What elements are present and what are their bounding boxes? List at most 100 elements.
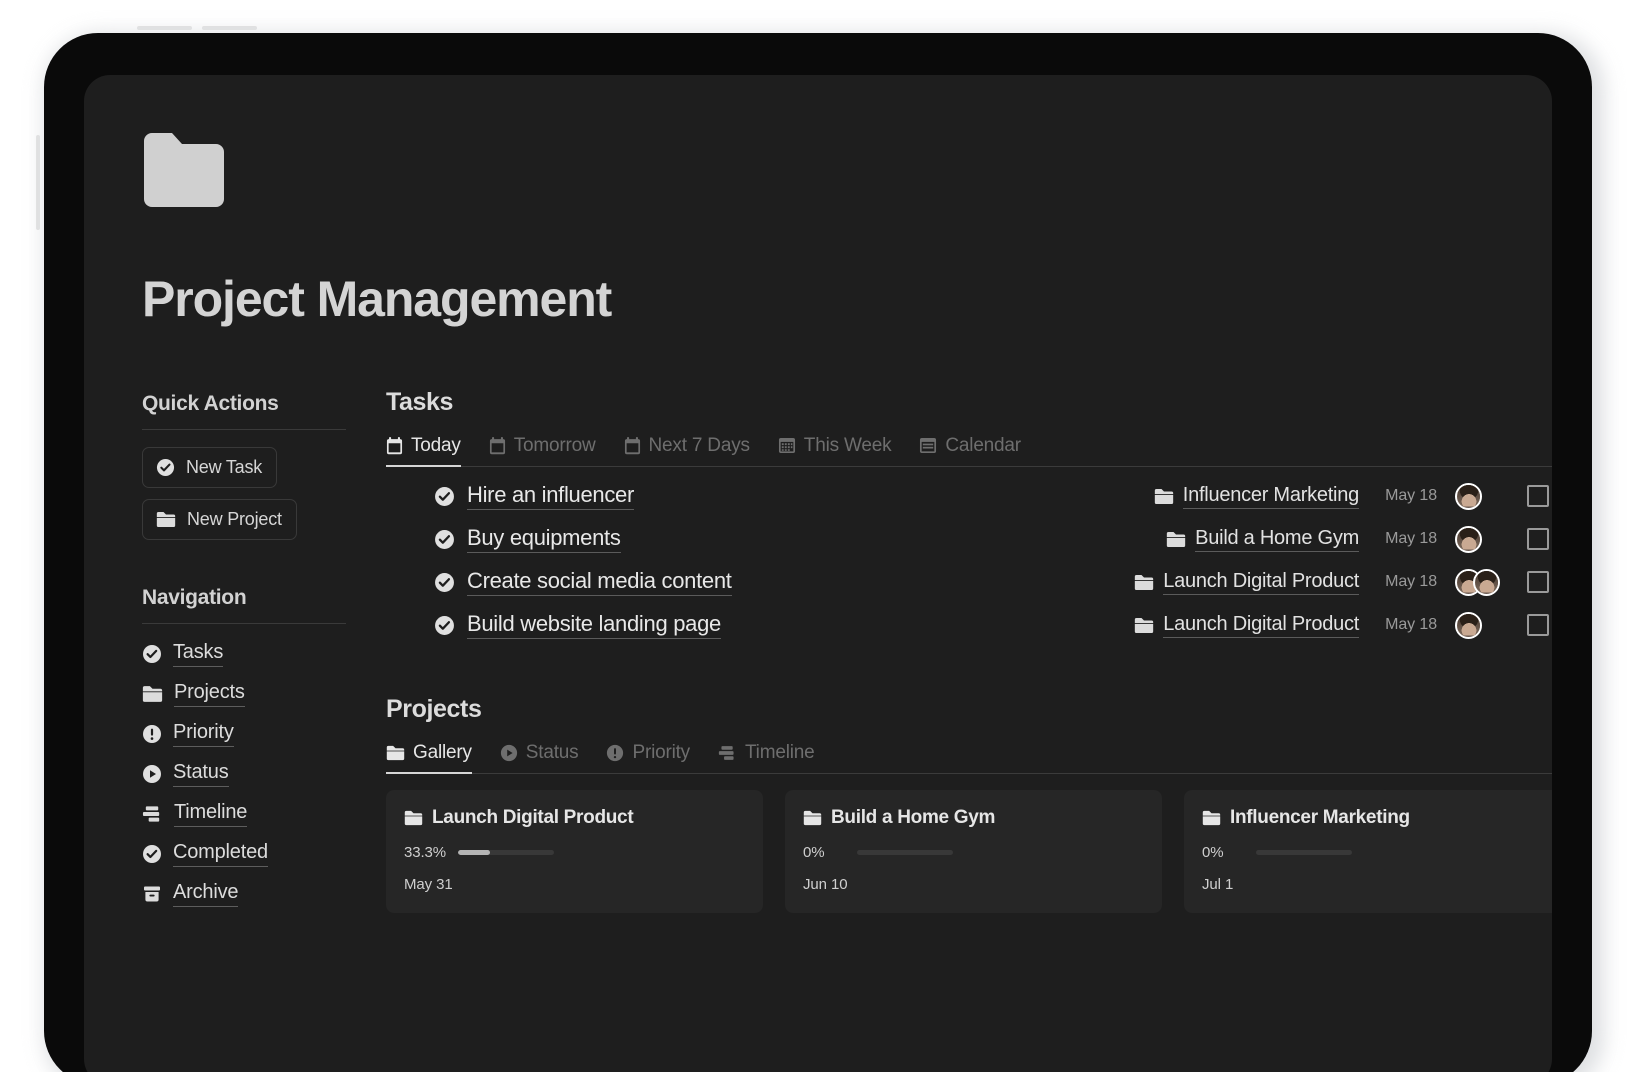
tab-label: Tomorrow [514,435,596,457]
project-card-date: Jun 10 [803,876,1144,893]
device-screen: Project Management Quick Actions New Ta [84,75,1552,1072]
new-project-button[interactable]: New Project [142,499,297,540]
check-circle-icon[interactable] [434,572,455,593]
play-circle-icon [142,764,162,784]
project-card-title: Launch Digital Product [432,807,633,829]
tab-this-week[interactable]: This Week [778,435,892,467]
tab-priority[interactable]: Priority [606,742,690,774]
folder-icon [1134,617,1154,634]
task-project-label: Launch Digital Product [1163,570,1359,595]
sidebar-item-label: Projects [174,681,245,707]
project-progress-percent: 33.3% [404,844,448,861]
folder-icon [404,810,423,826]
avatar-group[interactable] [1455,569,1509,596]
avatar [1455,526,1482,553]
project-card-title: Influencer Marketing [1230,807,1410,829]
sidebar-item-projects[interactable]: Projects [142,681,245,707]
folder-icon [142,685,163,703]
exclamation-circle-icon [606,744,624,762]
sidebar-item-label: Status [173,761,229,787]
sidebar-item-timeline[interactable]: Timeline [142,801,247,827]
check-circle-icon [142,844,162,864]
avatar-group[interactable] [1455,483,1509,510]
projects-section: Projects Gallery [386,695,1552,913]
sidebar-item-status[interactable]: Status [142,761,229,787]
tab-calendar[interactable]: Calendar [919,435,1021,467]
tab-today[interactable]: Today [386,435,461,467]
table-row[interactable]: Hire an influencer Influencer Marketing [386,475,1552,518]
project-card[interactable]: Launch Digital Product 33.3% May 31 [386,790,763,913]
project-progress-percent: 0% [1202,844,1246,861]
sidebar-item-label: Tasks [173,641,223,667]
device-volume-button-up [137,26,192,30]
project-progress-bar [1256,850,1352,855]
tab-next-7-days[interactable]: Next 7 Days [624,435,750,467]
task-checkbox[interactable] [1527,614,1549,636]
task-project[interactable]: Launch Digital Product [1134,613,1359,638]
quick-actions-heading: Quick Actions [142,392,386,429]
divider [142,429,346,430]
task-date: May 18 [1377,573,1437,591]
device-volume-button-down [202,26,257,30]
folder-icon [142,131,1552,209]
tab-label: Calendar [945,435,1021,457]
tab-tomorrow[interactable]: Tomorrow [489,435,596,467]
gantt-icon [142,804,163,824]
calendar-icon [624,437,641,455]
tasks-section: Tasks Today [386,388,1552,647]
sidebar-item-archive[interactable]: Archive [142,881,238,907]
avatar-group[interactable] [1455,612,1509,639]
sidebar-item-label: Priority [173,721,234,747]
navigation-block: Navigation Tasks [142,586,386,907]
avatar [1455,483,1482,510]
calendar-grid-icon [778,437,796,454]
folder-icon [803,810,822,826]
tab-gallery[interactable]: Gallery [386,742,472,774]
task-checkbox[interactable] [1527,571,1549,593]
task-name: Create social media content [467,568,732,596]
calendar-icon [386,437,403,455]
page-root: Project Management Quick Actions New Ta [0,0,1644,1072]
check-circle-icon[interactable] [434,529,455,550]
task-name: Hire an influencer [467,482,634,510]
tab-label: Gallery [413,742,472,764]
projects-tabbar: Gallery Status [386,742,1552,774]
sidebar-item-label: Completed [173,841,268,867]
play-circle-icon [500,744,518,762]
project-progress-percent: 0% [803,844,847,861]
folder-icon [1166,531,1186,548]
tab-label: Next 7 Days [649,435,750,457]
new-task-button[interactable]: New Task [142,447,277,488]
project-card[interactable]: Build a Home Gym 0% Jun 10 [785,790,1162,913]
avatar-group[interactable] [1455,526,1509,553]
check-circle-icon[interactable] [434,615,455,636]
projects-section-title: Projects [386,695,1552,724]
table-row[interactable]: Build website landing page Launch Digita… [386,604,1552,647]
new-task-label: New Task [186,457,262,478]
table-row[interactable]: Buy equipments Build a Home Gym [386,518,1552,561]
sidebar-item-priority[interactable]: Priority [142,721,234,747]
tab-status[interactable]: Status [500,742,579,774]
project-progress-bar [458,850,554,855]
table-row[interactable]: Create social media content Launch Digit… [386,561,1552,604]
task-date: May 18 [1377,530,1437,548]
tasks-section-title: Tasks [386,388,1552,417]
project-card[interactable]: Influencer Marketing 0% Jul 1 [1184,790,1552,913]
project-card-grid: Launch Digital Product 33.3% May 31 [386,790,1552,913]
task-project[interactable]: Launch Digital Product [1134,570,1359,595]
check-circle-icon [142,644,162,664]
task-project[interactable]: Build a Home Gym [1166,527,1359,552]
task-date: May 18 [1377,616,1437,634]
check-circle-icon[interactable] [434,486,455,507]
new-project-label: New Project [187,509,282,530]
sidebar-item-tasks[interactable]: Tasks [142,641,223,667]
tasks-tabbar: Today Tomorrow [386,435,1552,467]
sidebar-item-completed[interactable]: Completed [142,841,268,867]
archive-icon [142,884,162,904]
project-progress-bar [857,850,953,855]
tab-timeline[interactable]: Timeline [718,742,815,774]
task-checkbox[interactable] [1527,485,1549,507]
device-bezel: Project Management Quick Actions New Ta [44,33,1592,1072]
task-project[interactable]: Influencer Marketing [1154,484,1359,509]
task-checkbox[interactable] [1527,528,1549,550]
